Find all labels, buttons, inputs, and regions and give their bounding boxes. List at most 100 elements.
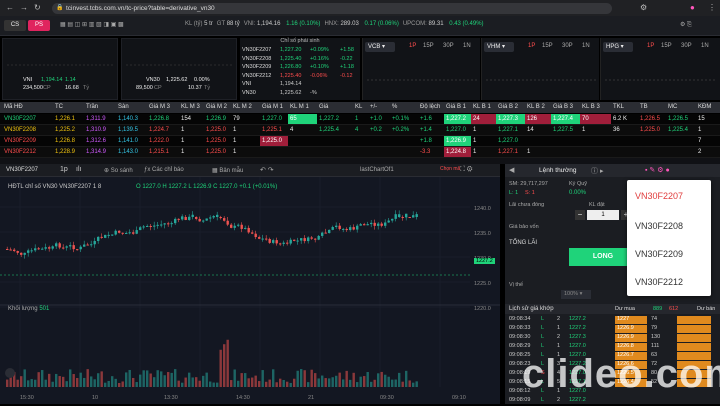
dropdown-item[interactable]: VN30F2209 [635, 249, 683, 259]
column-header[interactable]: KĐM [698, 104, 711, 110]
cs-tab[interactable]: CS [4, 20, 26, 31]
templates-button[interactable]: ▦ Bản mẫu [212, 167, 243, 174]
back-icon[interactable]: ← [6, 3, 14, 12]
undo-icon[interactable]: ↶ ↷ [260, 166, 274, 174]
table-cell: 1,225.2 [55, 127, 76, 133]
layout-name[interactable]: lastChartOf1 [360, 167, 394, 173]
tab-30p[interactable]: 30P [681, 43, 692, 49]
column-header[interactable]: Độ lệch [420, 104, 440, 110]
menu-icon[interactable]: ⋮ [708, 3, 716, 12]
derivative-row[interactable]: VN30F2209 1,226.80 +0.10% +1.18 [242, 64, 358, 72]
ps-tab[interactable]: PS [28, 20, 50, 31]
symbol-select-vhm[interactable]: VHM ▾ [484, 42, 514, 52]
help-icon[interactable]: ⓘ ▸ [591, 166, 603, 176]
qty-minus-button[interactable]: − [575, 210, 585, 220]
symbol-select-vcb[interactable]: VCB ▾ [365, 42, 395, 52]
column-header[interactable]: Giá B 1 [446, 104, 466, 110]
column-header[interactable]: MC [668, 104, 677, 110]
tab-1n[interactable]: 1N [463, 43, 471, 49]
symbol-dropdown[interactable]: VN30F2207 VN30F2208 VN30F2209 VN30F2212 [627, 180, 711, 296]
column-header[interactable]: KL B 2 [527, 104, 545, 110]
indicators-button[interactable]: ƒx Các chỉ báo [144, 167, 184, 173]
column-header[interactable]: KL B 1 [473, 104, 491, 110]
tab-1n[interactable]: 1N [582, 43, 590, 49]
compare-button[interactable]: ⊕ So sánh [104, 167, 133, 174]
column-header[interactable]: KL [355, 104, 362, 110]
position-percent-select[interactable]: 100% ▾ [561, 290, 591, 299]
tab-30p[interactable]: 30P [443, 43, 454, 49]
chart-symbol[interactable]: VN30F2207 [6, 167, 38, 173]
grid-icon[interactable]: ▦ ▤ ◫ ⊞ ▥ ▧ ◨ ▣ ▩ [60, 21, 124, 28]
fullscreen-icon[interactable]: ⛶ ⚙ [460, 166, 473, 174]
table-cell[interactable]: VN30F2209 [4, 138, 36, 144]
table-row[interactable]: VN30F2208 1,225.2 1,310.9 1,139.5 1,224.7 1 1,… [0, 125, 720, 136]
reload-icon[interactable]: ↻ [34, 3, 41, 12]
tab-30p[interactable]: 30P [562, 43, 573, 49]
table-cell[interactable]: VN30F2207 [4, 116, 36, 122]
candlestick-chart[interactable]: 15:30 10 13:30 14:30 21 09:30 09:10 1240.0 1235.… [0, 177, 500, 404]
derivative-row[interactable]: VN30F2207 1,227.20 +0.09% +1.58 [242, 47, 358, 55]
tab-15p[interactable]: 15P [423, 43, 434, 49]
column-header[interactable]: Mã HĐ [4, 104, 23, 110]
column-header[interactable]: Giá M 1 [262, 104, 283, 110]
table-cell[interactable]: VN30F2212 [4, 149, 36, 155]
derivative-row[interactable]: VN30F2212 1,225.40 -0.06% -0.12 [242, 73, 358, 81]
column-header[interactable]: % [392, 104, 397, 110]
forward-icon[interactable]: → [20, 3, 28, 12]
derivative-row[interactable]: VNI 1,194.14 [242, 81, 358, 89]
interval-icon[interactable]: 1p [60, 166, 68, 173]
volume-bar [216, 382, 219, 387]
column-header[interactable]: TB [640, 104, 648, 110]
tab-1n[interactable]: 1N [701, 43, 709, 49]
column-header[interactable]: KL B 3 [582, 104, 600, 110]
tab-15p[interactable]: 15P [542, 43, 553, 49]
trade-history-row: 09:08:30 L 2 1227.3 1226.9 130 [509, 334, 711, 343]
derivative-row[interactable]: VN30F2208 1,225.40 +0.16% -0.22 [242, 56, 358, 64]
column-header[interactable]: KL M 2 [233, 104, 252, 110]
settings-icon[interactable]: ⚙ ⎘ [680, 21, 692, 29]
column-header[interactable]: Giá B 2 [498, 104, 518, 110]
column-header[interactable]: KL M 1 [290, 104, 309, 110]
vni-panel[interactable]: VNI 1,194.14 1.14 234,500 CP 16.68 Tỷ [2, 38, 118, 100]
column-header[interactable]: Giá M 3 [149, 104, 170, 110]
symbol-select-hpg[interactable]: HPG ▾ [603, 42, 633, 52]
column-header[interactable]: +/- [370, 104, 377, 110]
order-type-tab[interactable]: Lệnh thường [539, 167, 577, 174]
margin-percent: 0.00% [569, 190, 587, 196]
chart-panel[interactable]: VN30F2207 1p ılı ⊕ So sánh ƒx Các chỉ bá… [0, 164, 500, 404]
column-header[interactable]: KL M 3 [181, 104, 200, 110]
tab-1p[interactable]: 1P [409, 43, 416, 49]
column-header[interactable]: Sàn [118, 104, 129, 110]
table-row[interactable]: VN30F2212 1,228.9 1,314.9 1,143.0 1,215.1 1 1,… [0, 147, 720, 158]
candle-type-icon[interactable]: ılı [76, 166, 81, 173]
collapse-icon[interactable]: ◀ [509, 166, 514, 174]
table-row[interactable]: VN30F2209 1,226.8 1,312.6 1,141.0 1,222.0 1 1,… [0, 136, 720, 147]
vn30-panel[interactable]: VN30 1,225.62 0.00% 89,500 CP 10.37 Tỷ [121, 38, 237, 100]
trade-cell: 1 [557, 325, 561, 331]
choose-symbol[interactable]: Chọn mã [440, 166, 460, 172]
column-header[interactable]: TC [55, 104, 63, 110]
extensions-icon[interactable]: ⚙ [640, 3, 647, 12]
avatar[interactable]: ● [690, 3, 695, 12]
alert-icons[interactable]: ▪ ✎ ⚙ ● [645, 166, 670, 174]
column-header[interactable]: Giá [319, 104, 328, 110]
qty-input[interactable]: 1 [587, 210, 619, 220]
column-header[interactable]: TKL [613, 104, 624, 110]
dropdown-item[interactable]: VN30F2208 [635, 221, 683, 231]
derivative-row[interactable]: VN30 1,225.62 -% [242, 90, 358, 98]
table-cell[interactable]: VN30F2208 [4, 127, 36, 133]
dropdown-item[interactable]: VN30F2207 [635, 191, 683, 201]
tab-1p[interactable]: 1P [647, 43, 654, 49]
column-header[interactable]: Giá B 3 [553, 104, 573, 110]
volume-bar [142, 370, 145, 387]
ticker-value: 0.43 (0.49%) [449, 21, 484, 27]
dropdown-item[interactable]: VN30F2212 [635, 277, 683, 287]
address-bar[interactable]: 🔒 tcinvest.tcbs.com.vn/tc-price?table=de… [52, 3, 612, 14]
candle-body [9, 249, 12, 251]
tab-1p[interactable]: 1P [528, 43, 535, 49]
column-header[interactable]: Giá M 2 [206, 104, 227, 110]
table-row[interactable]: VN30F2207 1,226.1 1,311.9 1,140.3 1,226.8 154… [0, 114, 720, 125]
table-cell: -3.3 [420, 149, 431, 155]
tab-15p[interactable]: 15P [661, 43, 672, 49]
column-header[interactable]: Trần [86, 104, 98, 110]
